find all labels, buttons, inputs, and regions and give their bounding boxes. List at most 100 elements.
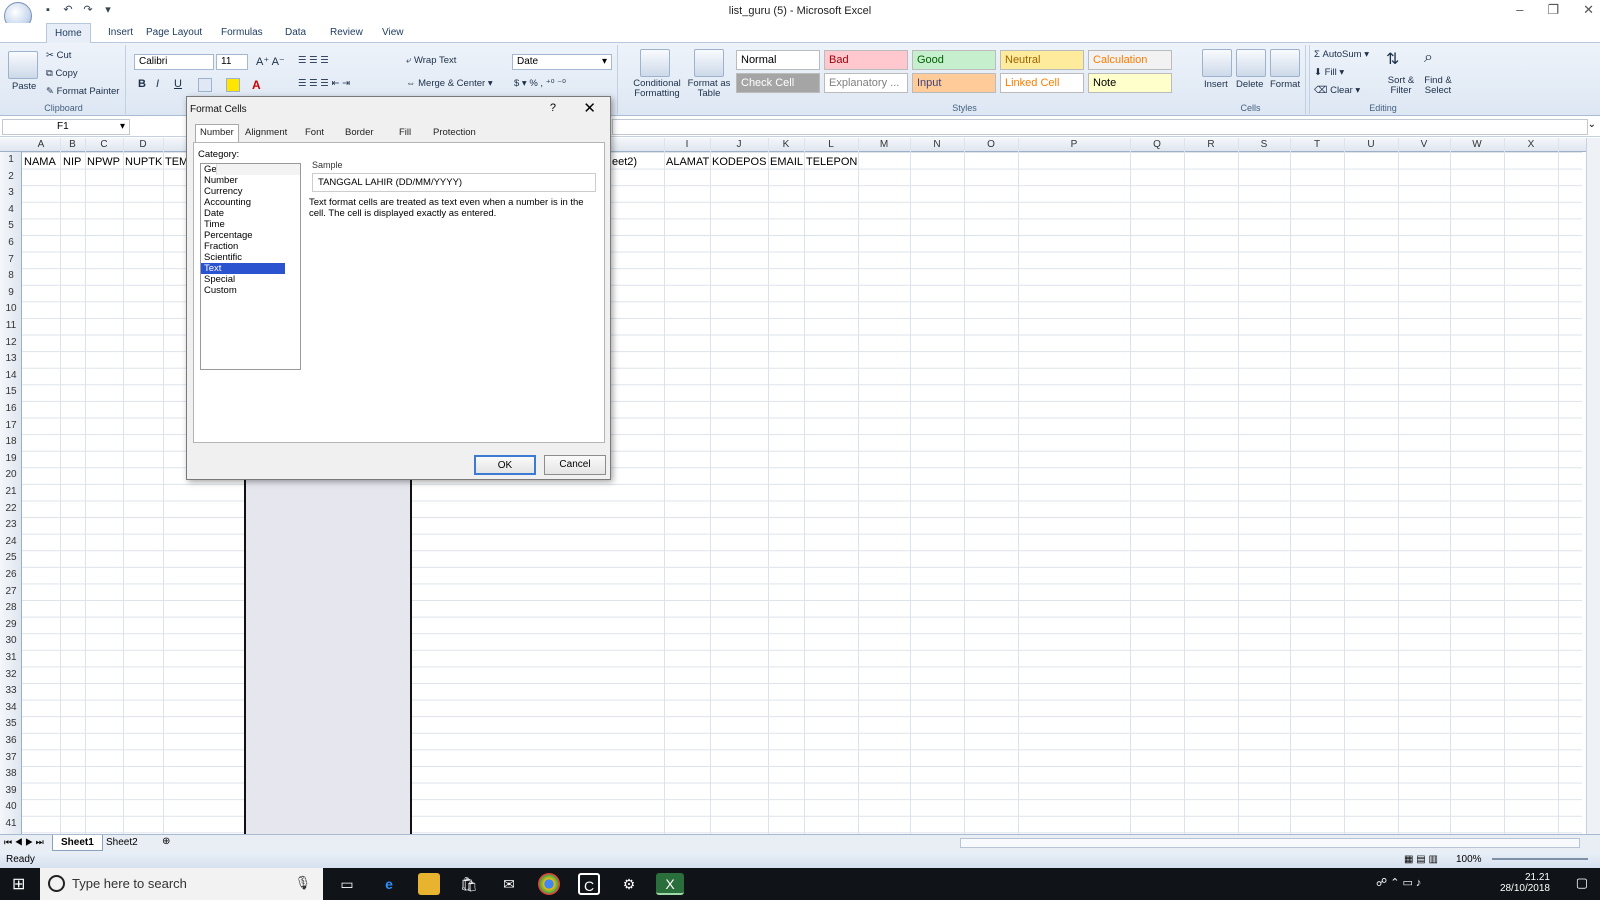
file-explorer-icon[interactable] bbox=[418, 873, 440, 895]
cell-style-normal[interactable]: Normal bbox=[736, 50, 820, 70]
microphone-icon[interactable]: 🎙 bbox=[294, 875, 311, 891]
cell-style-check-cell[interactable]: Check Cell bbox=[736, 73, 820, 93]
category-item[interactable]: Number bbox=[201, 175, 285, 186]
col-header[interactable]: L bbox=[804, 139, 858, 150]
clear-button[interactable]: ⌫ Clear ▾ bbox=[1314, 85, 1360, 96]
row-header[interactable]: 37 bbox=[0, 752, 22, 763]
row-header[interactable]: 8 bbox=[0, 270, 22, 281]
cell-c1[interactable]: NPWP bbox=[87, 156, 120, 168]
store-icon[interactable]: 🛍 bbox=[458, 873, 480, 895]
cell-d1[interactable]: NUPTK bbox=[125, 156, 162, 168]
autosum-button[interactable]: Σ AutoSum ▾ bbox=[1314, 49, 1369, 60]
row-header[interactable]: 4 bbox=[0, 204, 22, 215]
dialog-close-icon[interactable]: ✕ bbox=[583, 99, 596, 117]
tab-page-layout[interactable]: Page Layout bbox=[138, 26, 210, 39]
selected-column-range[interactable] bbox=[244, 470, 412, 834]
cell-style-calculation[interactable]: Calculation bbox=[1088, 50, 1172, 70]
row-header[interactable]: 17 bbox=[0, 420, 22, 431]
tray-icons[interactable]: ☍ ⌃ ▭ ♪ bbox=[1376, 876, 1421, 889]
sort-filter-button[interactable]: Sort & Filter bbox=[1384, 76, 1418, 96]
row-header[interactable]: 14 bbox=[0, 370, 22, 381]
row-header[interactable]: 36 bbox=[0, 735, 22, 746]
row-header[interactable]: 25 bbox=[0, 552, 22, 563]
font-size-box[interactable]: 11 bbox=[216, 54, 248, 70]
format-cells-icon[interactable] bbox=[1270, 49, 1300, 77]
category-item[interactable]: Text bbox=[201, 263, 285, 274]
tab-border[interactable]: Border bbox=[345, 127, 374, 138]
clock-date[interactable]: 28/10/2018 bbox=[1500, 883, 1550, 894]
row-header[interactable]: 33 bbox=[0, 685, 22, 696]
row-header[interactable]: 13 bbox=[0, 353, 22, 364]
chrome-icon[interactable] bbox=[538, 873, 560, 895]
row-header[interactable]: 16 bbox=[0, 403, 22, 414]
col-header[interactable]: C bbox=[85, 139, 123, 150]
row-header[interactable]: 6 bbox=[0, 237, 22, 248]
row-header[interactable]: 41 bbox=[0, 818, 22, 829]
row-header[interactable]: 3 bbox=[0, 187, 22, 198]
sheet-nav-icon[interactable]: ⏮ ◀ ▶ ⏭ bbox=[4, 837, 44, 848]
col-header[interactable]: A bbox=[22, 139, 60, 150]
tab-review[interactable]: Review bbox=[322, 26, 371, 39]
cell-style-note[interactable]: Note bbox=[1088, 73, 1172, 93]
row-header[interactable]: 38 bbox=[0, 768, 22, 779]
minimize-icon[interactable]: – bbox=[1516, 2, 1523, 18]
tab-fill[interactable]: Fill bbox=[399, 127, 411, 138]
underline-icon[interactable]: U bbox=[174, 78, 182, 90]
conditional-formatting-button[interactable]: Conditional Formatting bbox=[630, 79, 684, 99]
row-header[interactable]: 24 bbox=[0, 536, 22, 547]
col-header[interactable]: T bbox=[1290, 139, 1344, 150]
col-header[interactable]: M bbox=[858, 139, 910, 150]
row-header[interactable]: 12 bbox=[0, 337, 22, 348]
row-header[interactable]: 35 bbox=[0, 718, 22, 729]
sort-filter-icon[interactable]: ⇅ bbox=[1386, 49, 1399, 69]
number-format-box[interactable]: Date ▾ bbox=[512, 54, 612, 70]
row-header[interactable]: 39 bbox=[0, 785, 22, 796]
settings-icon[interactable]: ⚙ bbox=[618, 873, 640, 895]
cell-e1[interactable]: TEM bbox=[165, 156, 188, 168]
close-icon[interactable]: ✕ bbox=[1583, 2, 1594, 18]
cell-i1[interactable]: ALAMAT bbox=[666, 156, 709, 168]
wrap-text-button[interactable]: ⤶ Wrap Text bbox=[406, 55, 456, 66]
camtasia-icon[interactable]: C bbox=[578, 873, 600, 895]
row-header[interactable]: 21 bbox=[0, 486, 22, 497]
tab-home[interactable]: Home bbox=[46, 23, 91, 43]
category-item[interactable]: Accounting bbox=[201, 197, 285, 208]
tab-data[interactable]: Data bbox=[277, 26, 314, 39]
cell-style-explanatory[interactable]: Explanatory ... bbox=[824, 73, 908, 93]
row-header[interactable]: 30 bbox=[0, 635, 22, 646]
row-header[interactable]: 40 bbox=[0, 801, 22, 812]
sheet-tab-sheet1[interactable]: Sheet1 bbox=[52, 835, 103, 851]
format-painter-button[interactable]: ✎ Format Painter bbox=[46, 86, 119, 97]
row-header[interactable]: 20 bbox=[0, 469, 22, 480]
row-header[interactable]: 22 bbox=[0, 503, 22, 514]
category-item[interactable]: Special bbox=[201, 274, 285, 285]
tab-formulas[interactable]: Formulas bbox=[213, 26, 271, 39]
zoom-level[interactable]: 100% bbox=[1456, 854, 1482, 865]
mail-icon[interactable]: ✉ bbox=[498, 873, 520, 895]
tab-protection[interactable]: Protection bbox=[433, 127, 476, 138]
align-top-icon[interactable]: ☰ ☰ ☰ bbox=[298, 55, 329, 66]
font-name-box[interactable]: Calibri bbox=[134, 54, 214, 70]
row-header[interactable]: 32 bbox=[0, 669, 22, 680]
task-view-icon[interactable]: ▭ bbox=[336, 873, 358, 895]
col-header[interactable]: W bbox=[1450, 139, 1504, 150]
row-header[interactable]: 28 bbox=[0, 602, 22, 613]
col-header[interactable]: I bbox=[664, 139, 710, 150]
delete-cells-icon[interactable] bbox=[1236, 49, 1266, 77]
cell-j1[interactable]: KODEPOS bbox=[712, 156, 766, 168]
row-header[interactable]: 34 bbox=[0, 702, 22, 713]
ok-button[interactable]: OK bbox=[474, 455, 536, 475]
tab-alignment[interactable]: Alignment bbox=[245, 127, 287, 138]
merge-center-button[interactable]: ⇔ Merge & Center ▾ bbox=[406, 78, 493, 89]
category-item[interactable]: Scientific bbox=[201, 252, 285, 263]
cell-style-bad[interactable]: Bad bbox=[824, 50, 908, 70]
category-item[interactable]: Custom bbox=[201, 285, 285, 296]
expand-formula-icon[interactable]: ⌄ bbox=[1588, 119, 1596, 130]
font-color-icon[interactable]: A bbox=[252, 78, 261, 92]
col-header[interactable]: D bbox=[123, 139, 163, 150]
row-header[interactable]: 2 bbox=[0, 171, 22, 182]
clock-time[interactable]: 21.21 bbox=[1500, 872, 1550, 883]
delete-cells-button[interactable]: Delete bbox=[1236, 79, 1263, 90]
cell-a1[interactable]: NAMA bbox=[24, 156, 56, 168]
view-buttons-icon[interactable]: ▦ ▤ ▥ bbox=[1404, 854, 1438, 865]
